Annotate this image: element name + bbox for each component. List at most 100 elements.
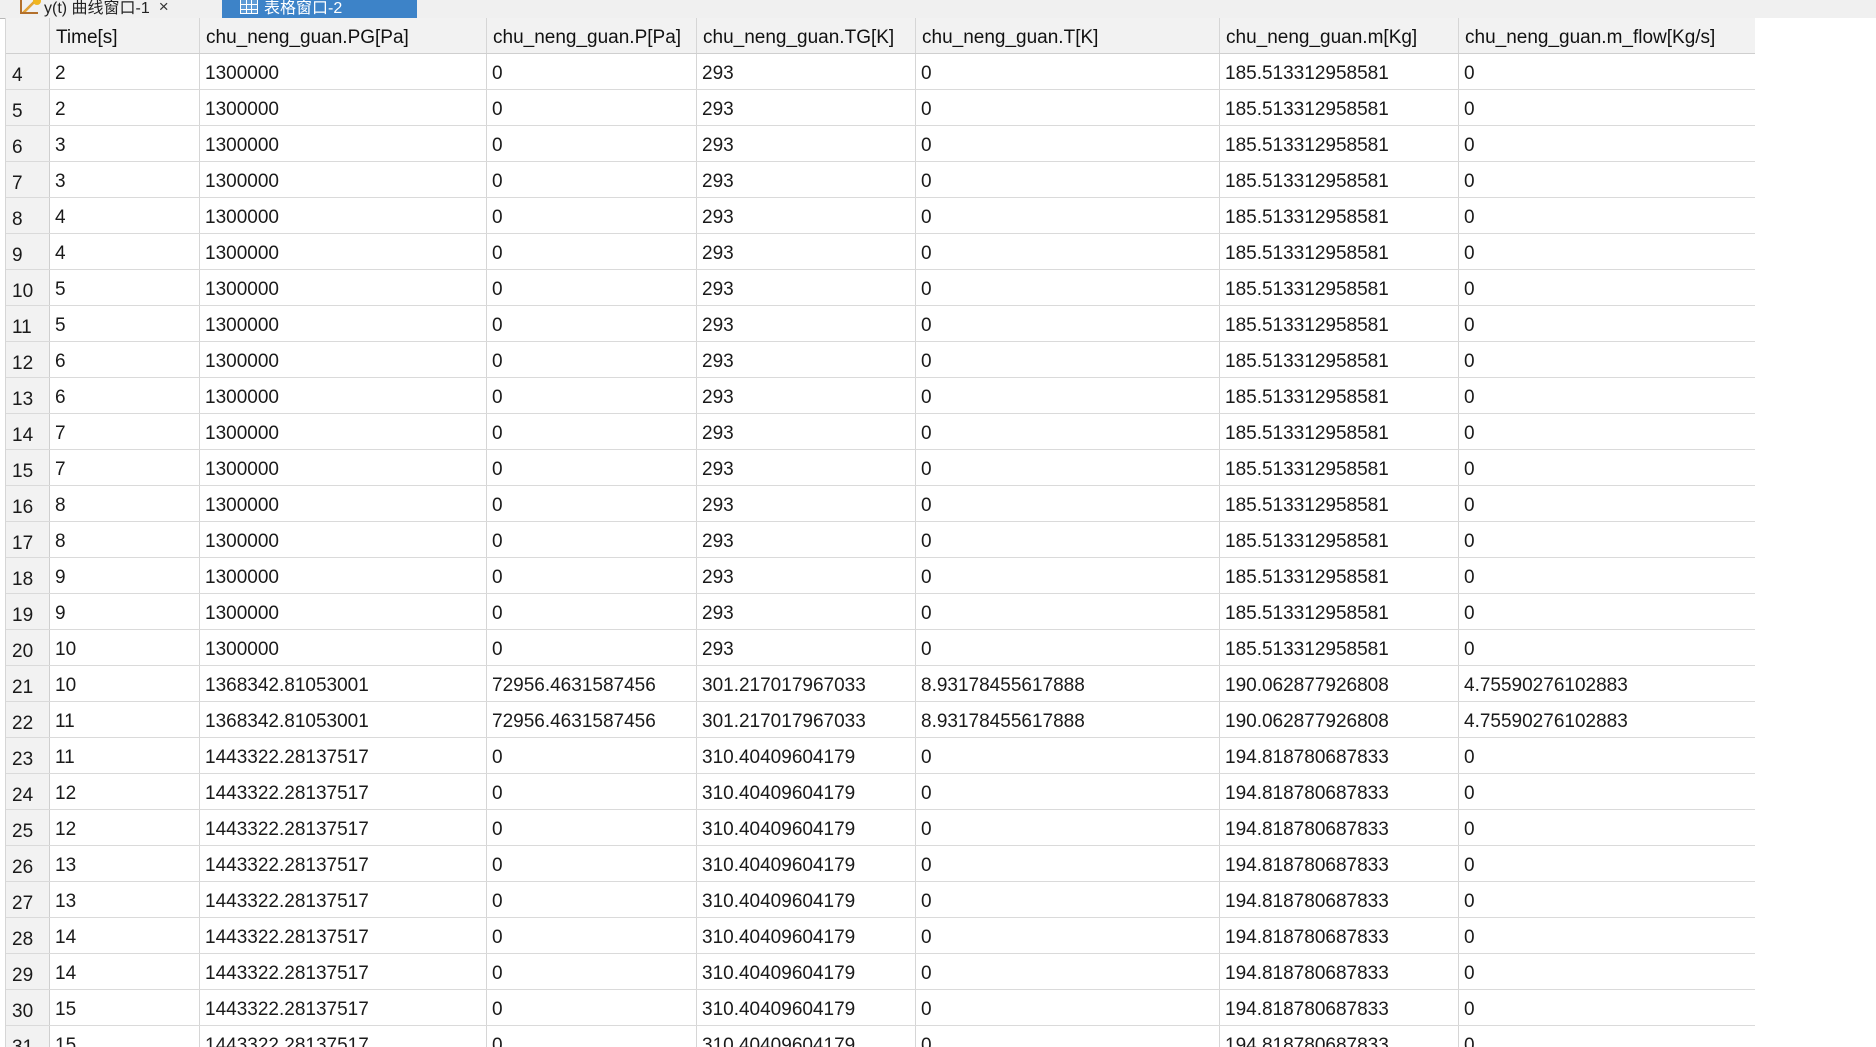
cell-pg[interactable]: 1300000 [200,378,487,413]
cell-m[interactable]: 185.513312958581 [1220,90,1459,125]
table-row[interactable]: 14 7 1300000 0 293 0 185.513312958581 0 [6,414,1756,450]
cell-tg[interactable]: 310.40409604179 [697,954,916,989]
cell-pg[interactable]: 1300000 [200,414,487,449]
cell-p[interactable]: 0 [487,738,697,773]
row-number[interactable]: 5 [6,90,50,125]
cell-time[interactable]: 9 [50,558,200,593]
cell-pg[interactable]: 1443322.28137517 [200,918,487,953]
cell-pg[interactable]: 1300000 [200,558,487,593]
cell-t[interactable]: 0 [916,306,1220,341]
column-header-t[interactable]: chu_neng_guan.T[K] [916,18,1220,53]
column-header-time[interactable]: Time[s] [50,18,200,53]
cell-time[interactable]: 14 [50,918,200,953]
row-number[interactable]: 10 [6,270,50,305]
cell-t[interactable]: 0 [916,342,1220,377]
table-row[interactable]: 28 14 1443322.28137517 0 310.40409604179 0 194… [6,918,1756,954]
cell-tg[interactable]: 310.40409604179 [697,846,916,881]
cell-p[interactable]: 0 [487,882,697,917]
cell-m[interactable]: 194.818780687833 [1220,846,1459,881]
cell-p[interactable]: 0 [487,450,697,485]
cell-m[interactable]: 185.513312958581 [1220,558,1459,593]
cell-m-flow[interactable]: 0 [1459,486,1756,521]
cell-time[interactable]: 2 [50,90,200,125]
row-number[interactable]: 17 [6,522,50,557]
row-number[interactable]: 29 [6,954,50,989]
cell-pg[interactable]: 1300000 [200,90,487,125]
cell-tg[interactable]: 310.40409604179 [697,738,916,773]
cell-time[interactable]: 6 [50,378,200,413]
row-number[interactable]: 12 [6,342,50,377]
column-header-m[interactable]: chu_neng_guan.m[Kg] [1220,18,1459,53]
cell-m-flow[interactable]: 0 [1459,378,1756,413]
cell-tg[interactable]: 301.217017967033 [697,702,916,737]
cell-t[interactable]: 8.93178455617888 [916,666,1220,701]
cell-t[interactable]: 8.93178455617888 [916,702,1220,737]
table-row[interactable]: 11 5 1300000 0 293 0 185.513312958581 0 [6,306,1756,342]
cell-tg[interactable]: 310.40409604179 [697,810,916,845]
cell-m-flow[interactable]: 0 [1459,54,1756,89]
cell-pg[interactable]: 1443322.28137517 [200,990,487,1025]
cell-pg[interactable]: 1300000 [200,450,487,485]
cell-time[interactable]: 13 [50,882,200,917]
cell-tg[interactable]: 293 [697,126,916,161]
cell-m[interactable]: 190.062877926808 [1220,666,1459,701]
cell-m[interactable]: 194.818780687833 [1220,738,1459,773]
cell-pg[interactable]: 1300000 [200,630,487,665]
cell-t[interactable]: 0 [916,414,1220,449]
cell-p[interactable]: 0 [487,126,697,161]
cell-time[interactable]: 13 [50,846,200,881]
cell-p[interactable]: 0 [487,810,697,845]
cell-m[interactable]: 185.513312958581 [1220,450,1459,485]
cell-m[interactable]: 190.062877926808 [1220,702,1459,737]
cell-m-flow[interactable]: 0 [1459,306,1756,341]
cell-p[interactable]: 0 [487,522,697,557]
cell-time[interactable]: 8 [50,522,200,557]
cell-time[interactable]: 10 [50,666,200,701]
cell-pg[interactable]: 1368342.81053001 [200,702,487,737]
cell-pg[interactable]: 1443322.28137517 [200,810,487,845]
cell-tg[interactable]: 293 [697,270,916,305]
cell-pg[interactable]: 1300000 [200,54,487,89]
table-row[interactable]: 30 15 1443322.28137517 0 310.40409604179 0 194… [6,990,1756,1026]
cell-p[interactable]: 0 [487,306,697,341]
cell-tg[interactable]: 293 [697,594,916,629]
cell-p[interactable]: 0 [487,1026,697,1047]
cell-t[interactable]: 0 [916,810,1220,845]
cell-tg[interactable]: 293 [697,234,916,269]
row-number[interactable]: 25 [6,810,50,845]
cell-m-flow[interactable]: 0 [1459,846,1756,881]
cell-m-flow[interactable]: 0 [1459,810,1756,845]
cell-pg[interactable]: 1368342.81053001 [200,666,487,701]
cell-t[interactable]: 0 [916,162,1220,197]
cell-m-flow[interactable]: 4.75590276102883 [1459,666,1756,701]
row-number[interactable]: 15 [6,450,50,485]
row-number[interactable]: 7 [6,162,50,197]
cell-t[interactable]: 0 [916,954,1220,989]
cell-tg[interactable]: 293 [697,486,916,521]
cell-pg[interactable]: 1443322.28137517 [200,738,487,773]
cell-p[interactable]: 0 [487,990,697,1025]
cell-m-flow[interactable]: 0 [1459,738,1756,773]
cell-m[interactable]: 185.513312958581 [1220,486,1459,521]
cell-m[interactable]: 185.513312958581 [1220,378,1459,413]
cell-m[interactable]: 194.818780687833 [1220,954,1459,989]
cell-time[interactable]: 2 [50,54,200,89]
row-number[interactable]: 6 [6,126,50,161]
cell-pg[interactable]: 1443322.28137517 [200,846,487,881]
cell-pg[interactable]: 1300000 [200,234,487,269]
cell-pg[interactable]: 1300000 [200,306,487,341]
cell-pg[interactable]: 1300000 [200,486,487,521]
cell-m-flow[interactable]: 0 [1459,342,1756,377]
table-row[interactable]: 21 10 1368342.81053001 72956.4631587456 301.… [6,666,1756,702]
cell-t[interactable]: 0 [916,234,1220,269]
cell-tg[interactable]: 293 [697,558,916,593]
cell-time[interactable]: 12 [50,774,200,809]
cell-m-flow[interactable]: 0 [1459,774,1756,809]
cell-p[interactable]: 0 [487,90,697,125]
cell-time[interactable]: 4 [50,198,200,233]
cell-m[interactable]: 185.513312958581 [1220,126,1459,161]
table-row[interactable]: 26 13 1443322.28137517 0 310.40409604179 0 194… [6,846,1756,882]
cell-time[interactable]: 11 [50,738,200,773]
cell-t[interactable]: 0 [916,990,1220,1025]
row-number[interactable]: 31 [6,1026,50,1047]
